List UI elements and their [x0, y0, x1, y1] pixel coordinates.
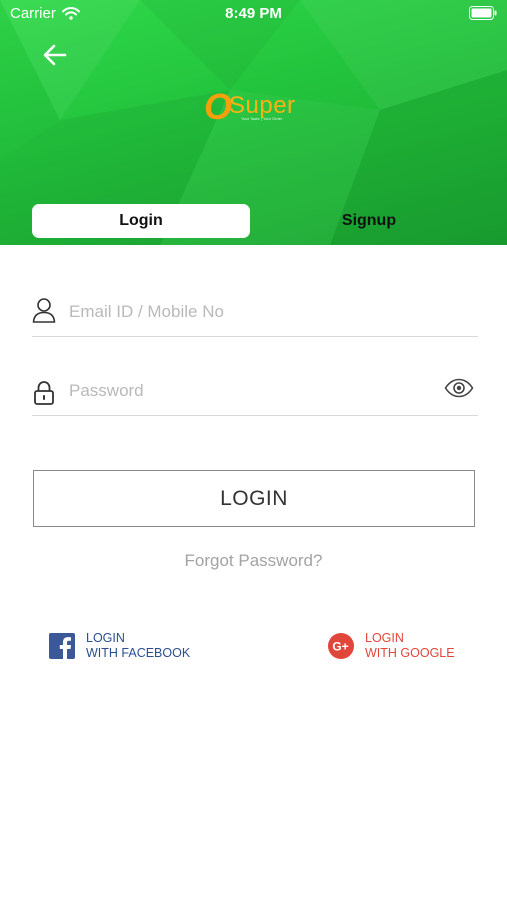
email-field: [32, 297, 478, 337]
battery-icon: [469, 6, 497, 20]
auth-tabs: Login Signup: [32, 204, 478, 238]
login-button[interactable]: LOGIN: [33, 470, 475, 527]
login-with-facebook-button[interactable]: LOGIN WITH FACEBOOK: [49, 630, 190, 662]
arrow-left-icon[interactable]: [40, 42, 70, 68]
google-label-line2: WITH GOOGLE: [365, 646, 455, 660]
app-logo: O Super Your Taste | Your Order: [204, 86, 314, 127]
login-with-google-button[interactable]: G+ LOGIN WITH GOOGLE: [328, 630, 455, 662]
tab-login[interactable]: Login: [32, 204, 250, 238]
status-time: 8:49 PM: [225, 5, 282, 22]
logo-tagline: Your Taste | Your Order: [241, 116, 283, 121]
password-input[interactable]: [69, 376, 429, 406]
logo-mark: O: [204, 86, 233, 127]
facebook-label-line2: WITH FACEBOOK: [86, 646, 191, 660]
status-bar: Carrier 8:49 PM: [0, 0, 507, 28]
email-input[interactable]: [69, 297, 429, 327]
facebook-label-line1: LOGIN: [86, 631, 125, 645]
svg-text:G+: G+: [332, 640, 348, 654]
header-banner: Carrier 8:49 PM O Super Your Taste | You…: [0, 0, 507, 245]
facebook-icon: [49, 633, 75, 659]
facebook-label: LOGIN WITH FACEBOOK: [86, 631, 190, 661]
google-label-line1: LOGIN: [365, 631, 404, 645]
password-field: [32, 376, 478, 416]
forgot-password-link[interactable]: Forgot Password?: [0, 551, 507, 571]
google-label: LOGIN WITH GOOGLE: [365, 631, 455, 661]
tab-signup[interactable]: Signup: [260, 204, 478, 238]
user-icon: [32, 298, 56, 323]
eye-icon[interactable]: [444, 378, 474, 398]
lock-icon: [34, 381, 54, 405]
google-plus-icon: G+: [328, 633, 354, 659]
